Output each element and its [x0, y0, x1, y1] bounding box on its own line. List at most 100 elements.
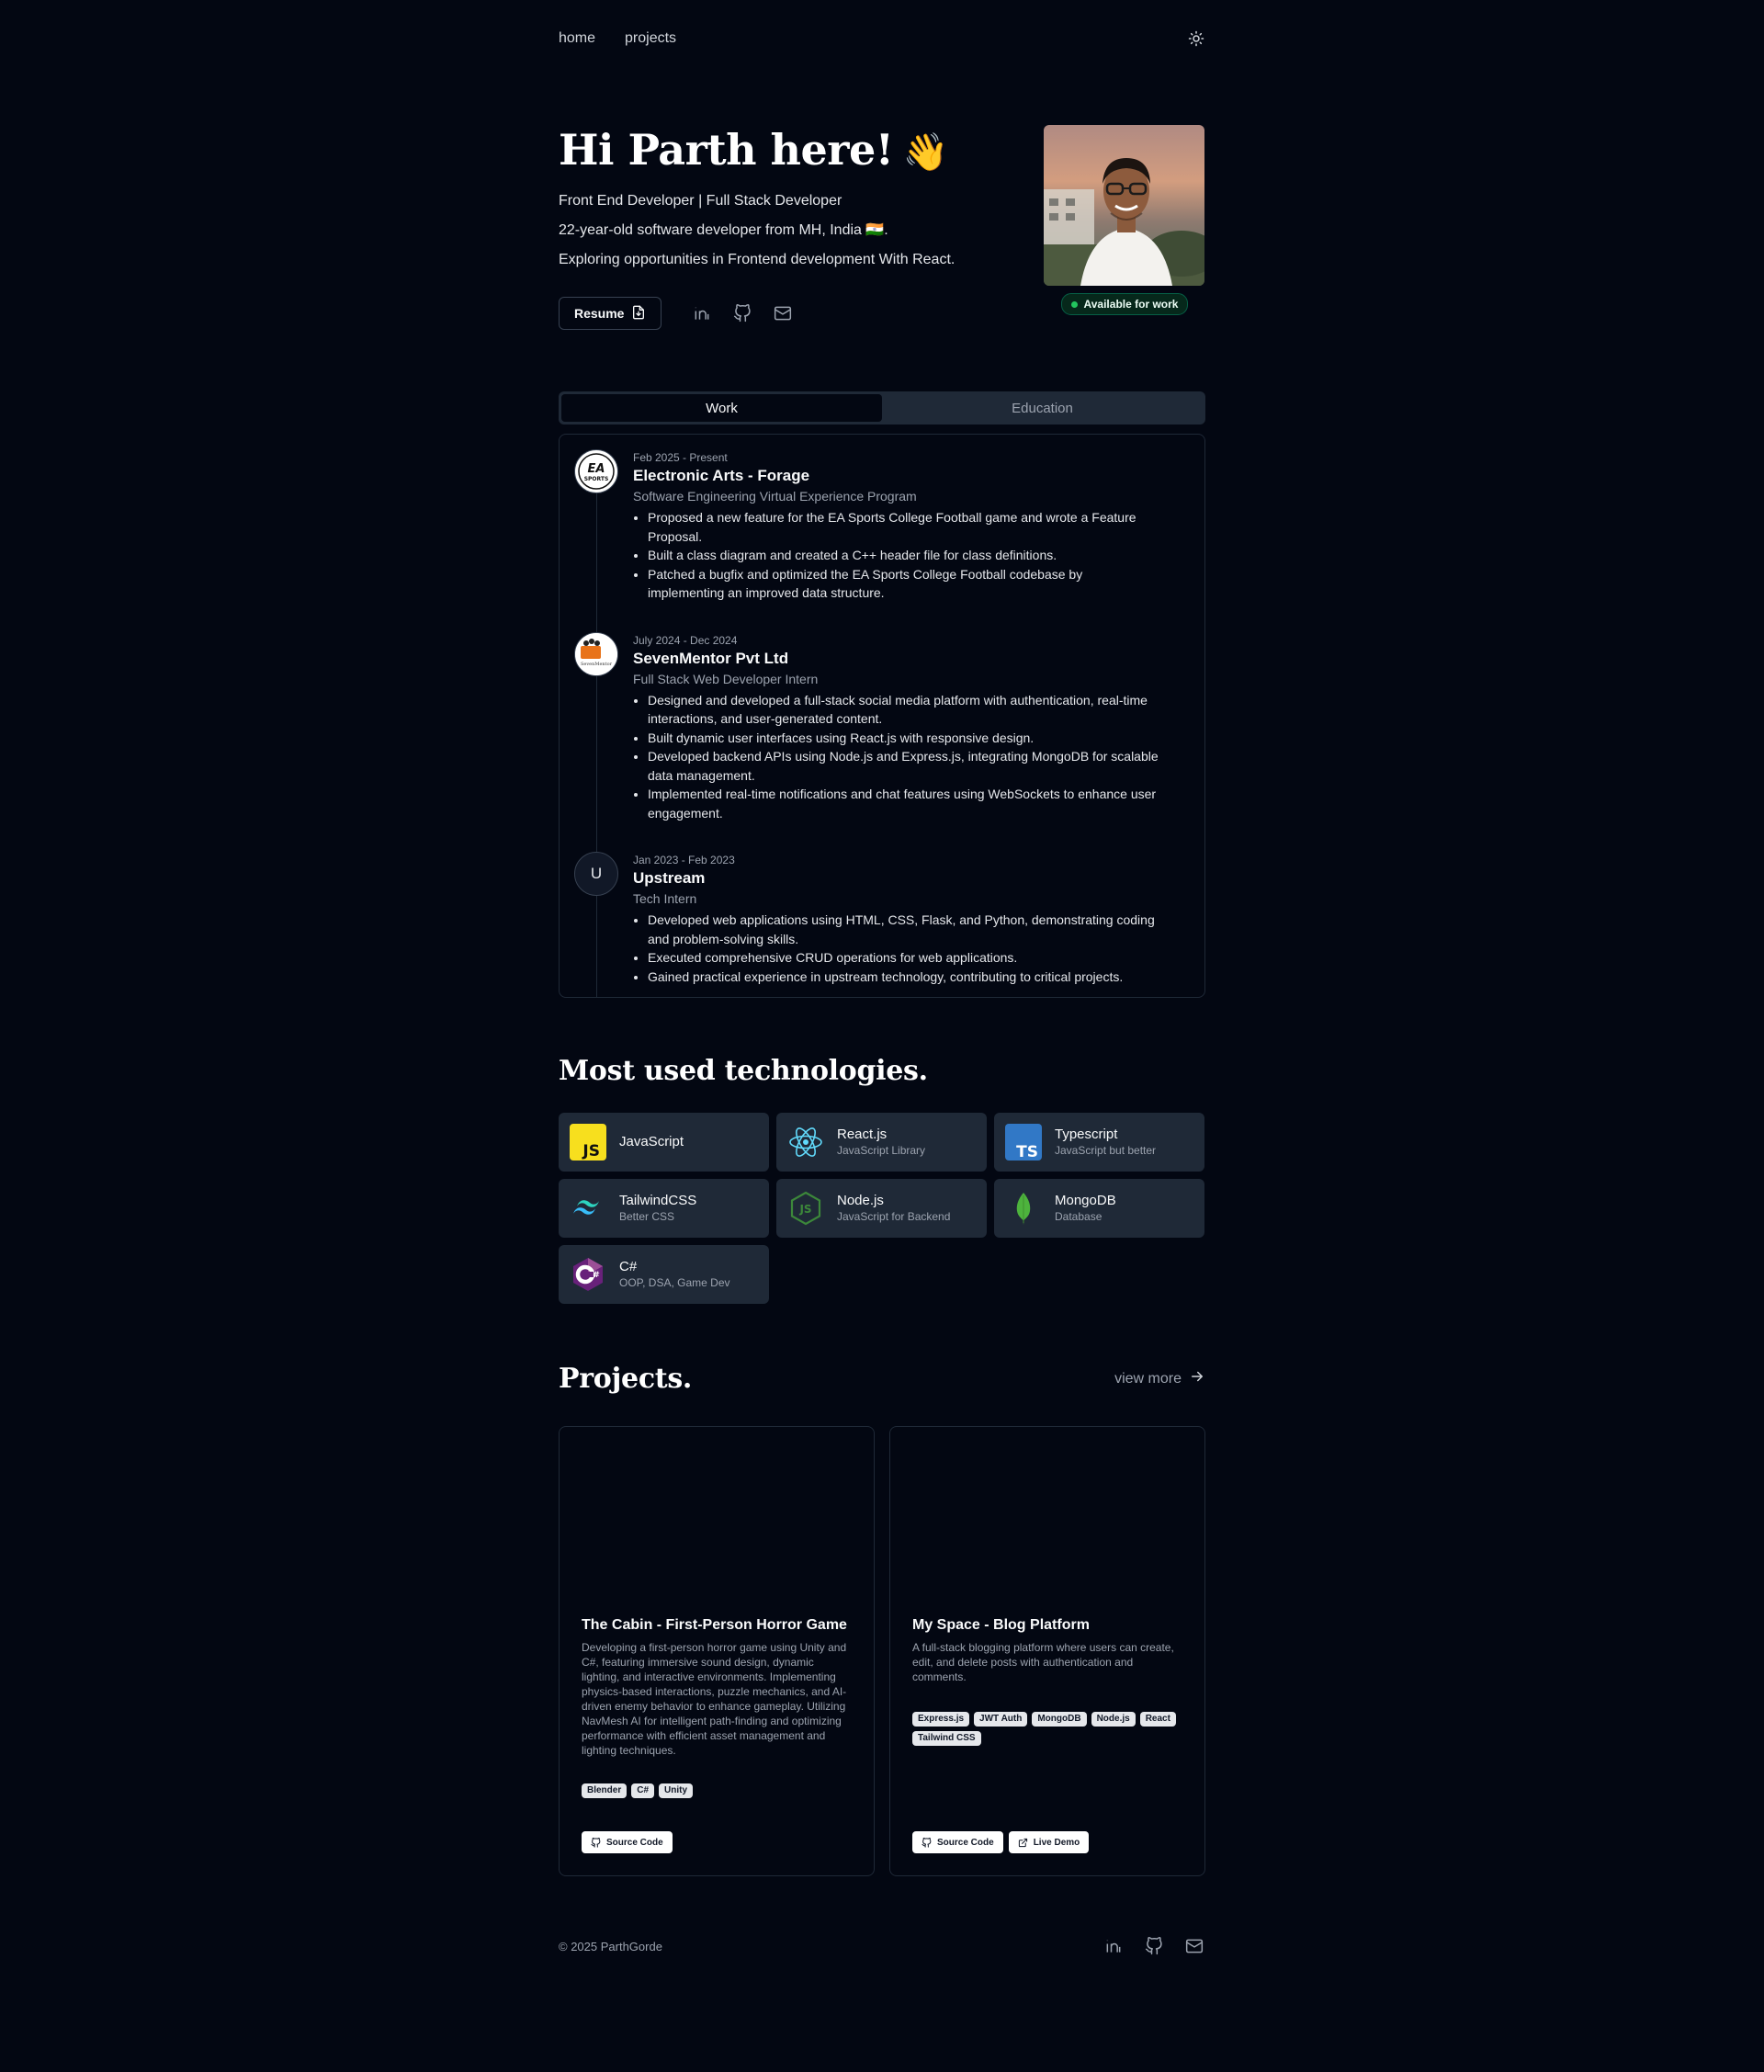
- job-company: Electronic Arts - Forage: [633, 467, 810, 484]
- status-dot-icon: [1070, 300, 1078, 308]
- job-role: Tech Intern: [633, 891, 697, 906]
- job-point: Designed and developed a full-stack soci…: [648, 691, 1162, 729]
- job-point: Patched a bugfix and optimized the EA Sp…: [648, 565, 1162, 603]
- project-links: Source Code: [582, 1831, 673, 1853]
- theme-toggle-sun-icon[interactable]: [1187, 29, 1205, 48]
- tech-name: TailwindCSS: [619, 1193, 697, 1208]
- project-thumbnail: [582, 1427, 852, 1616]
- tech-grid: JS JavaScript React.js JavaScript Librar…: [559, 1113, 1205, 1304]
- tech-section-title: Most used technologies.: [559, 1055, 928, 1087]
- tech-name: MongoDB: [1055, 1193, 1116, 1208]
- project-tag: JWT Auth: [974, 1712, 1028, 1727]
- job-point: Developed backend APIs using Node.js and…: [648, 747, 1162, 785]
- github-icon[interactable]: [731, 302, 753, 324]
- job-company: SevenMentor Pvt Ltd: [633, 649, 789, 667]
- file-download-icon: [631, 305, 646, 323]
- source-code-button[interactable]: Source Code: [582, 1831, 673, 1853]
- hero-section: Hi Parth here! 👋 Front End Developer | Fu…: [559, 125, 1205, 330]
- availability-text: Available for work: [1083, 298, 1179, 311]
- project-tag: Tailwind CSS: [912, 1731, 981, 1746]
- csharp-icon: #: [570, 1256, 606, 1293]
- view-more-link[interactable]: view more: [1114, 1368, 1205, 1389]
- live-demo-button[interactable]: Live Demo: [1008, 1831, 1090, 1853]
- copyright-text: © 2025 ParthGorde: [559, 1939, 662, 1953]
- job-entry: EA SPORTS Feb 2025 - Present Electronic …: [574, 449, 1190, 603]
- svg-text:#: #: [593, 1271, 600, 1280]
- tech-desc: JavaScript for Backend: [837, 1210, 951, 1223]
- nav-projects-link[interactable]: projects: [625, 30, 676, 47]
- project-tags: Blender C# Unity: [582, 1783, 852, 1798]
- footer: © 2025 ParthGorde: [559, 1935, 1205, 1957]
- github-icon[interactable]: [1143, 1935, 1165, 1957]
- tech-name: React.js: [837, 1127, 888, 1142]
- projects-header: Projects. view more: [559, 1363, 1205, 1395]
- job-date: Feb 2025 - Present: [633, 451, 728, 464]
- experience-tabs: Work Education: [559, 391, 1205, 425]
- project-tag: Node.js: [1091, 1712, 1136, 1727]
- react-icon: [787, 1124, 824, 1161]
- svg-text:EA: EA: [588, 462, 605, 476]
- tech-card: JS JavaScript: [559, 1113, 769, 1172]
- github-icon: [922, 1837, 932, 1848]
- source-code-label: Source Code: [937, 1837, 994, 1848]
- project-tags: Express.js JWT Auth MongoDB Node.js Reac…: [912, 1712, 1182, 1746]
- resume-button[interactable]: Resume: [559, 297, 662, 330]
- job-point: Gained practical experience in upstream …: [648, 968, 1162, 987]
- nav-home-link[interactable]: home: [559, 30, 595, 47]
- hero-social-links: [691, 302, 794, 324]
- availability-badge: Available for work: [1060, 293, 1189, 315]
- resume-label: Resume: [574, 306, 625, 321]
- live-demo-label: Live Demo: [1033, 1837, 1080, 1848]
- linkedin-icon[interactable]: [691, 302, 713, 324]
- typescript-icon: TS: [1005, 1124, 1042, 1161]
- job-point: Built dynamic user interfaces using Reac…: [648, 729, 1162, 748]
- sevenmentor-logo-icon: SevenMentor: [574, 631, 618, 676]
- project-tag: C#: [631, 1783, 655, 1798]
- job-entry: SevenMentor July 2024 - Dec 2024 SevenMe…: [574, 631, 1190, 823]
- profile-photo-illustration: [1044, 158, 1204, 286]
- tech-card: TS Typescript JavaScript but better: [994, 1113, 1204, 1172]
- job-point: Built a class diagram and created a C++ …: [648, 546, 1162, 565]
- tech-desc: JavaScript but better: [1055, 1144, 1157, 1157]
- nodejs-icon: JS: [787, 1190, 824, 1227]
- tech-name: Node.js: [837, 1193, 884, 1208]
- linkedin-icon[interactable]: [1102, 1935, 1125, 1957]
- hero-title-text: Hi Parth here!: [559, 125, 894, 175]
- tech-card: # C# OOP, DSA, Game Dev: [559, 1245, 769, 1304]
- mail-icon[interactable]: [1183, 1935, 1205, 1957]
- project-title: My Space - Blog Platform: [912, 1617, 1090, 1633]
- github-icon: [591, 1837, 601, 1848]
- svg-text:TS: TS: [1016, 1143, 1038, 1161]
- javascript-icon: JS: [570, 1124, 606, 1161]
- job-point: Proposed a new feature for the EA Sports…: [648, 508, 1162, 546]
- external-link-icon: [1018, 1838, 1027, 1847]
- project-tag: Unity: [659, 1783, 694, 1798]
- job-role: Full Stack Web Developer Intern: [633, 671, 819, 686]
- footer-social-links: [1102, 1935, 1205, 1957]
- tech-card: React.js JavaScript Library: [776, 1113, 987, 1172]
- tech-desc: OOP, DSA, Game Dev: [619, 1276, 730, 1289]
- job-point: Developed web applications using HTML, C…: [648, 911, 1162, 948]
- job-date: Jan 2023 - Feb 2023: [633, 854, 735, 866]
- job-points: Designed and developed a full-stack soci…: [633, 691, 1162, 823]
- profile-photo: [1044, 125, 1204, 286]
- tech-card: JS Node.js JavaScript for Backend: [776, 1179, 987, 1238]
- ea-sports-logo-icon: EA SPORTS: [574, 449, 618, 493]
- project-tag: React: [1139, 1712, 1176, 1727]
- mongodb-icon: [1005, 1190, 1042, 1227]
- source-code-button[interactable]: Source Code: [912, 1831, 1003, 1853]
- tech-name: Typescript: [1055, 1127, 1118, 1142]
- project-thumbnail: [912, 1427, 1182, 1616]
- wave-emoji: 👋: [902, 130, 948, 174]
- mail-icon[interactable]: [772, 302, 794, 324]
- profile-photo-block: Available for work: [1044, 125, 1205, 315]
- job-role: Software Engineering Virtual Experience …: [633, 489, 917, 504]
- tab-work[interactable]: Work: [561, 394, 882, 422]
- tab-education[interactable]: Education: [882, 394, 1203, 422]
- job-entry: U Jan 2023 - Feb 2023 Upstream Tech Inte…: [574, 852, 1190, 986]
- svg-text:SevenMentor: SevenMentor: [581, 662, 613, 667]
- project-card: My Space - Blog Platform A full-stack bl…: [889, 1426, 1205, 1876]
- tech-card: MongoDB Database: [994, 1179, 1204, 1238]
- project-card: The Cabin - First-Person Horror Game Dev…: [559, 1426, 875, 1876]
- job-company: Upstream: [633, 869, 706, 887]
